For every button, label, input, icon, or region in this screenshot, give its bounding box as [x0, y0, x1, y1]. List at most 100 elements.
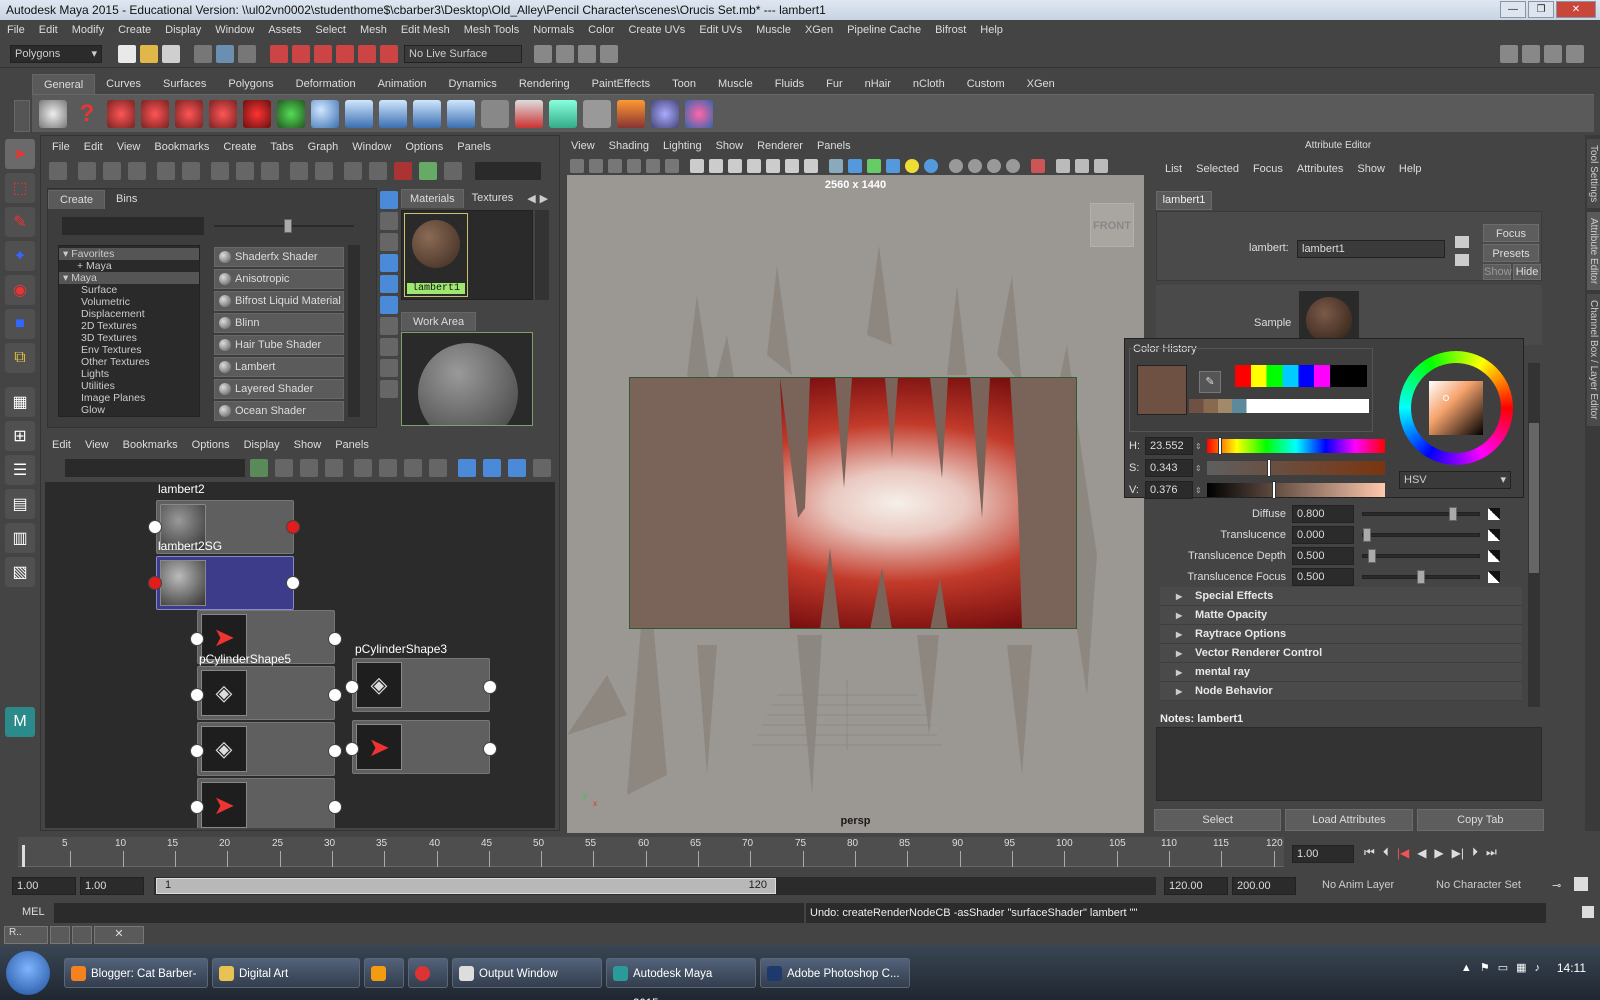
material-lambert1[interactable]: lambert1: [404, 213, 468, 297]
select-hierarchy-icon[interactable]: [194, 44, 212, 63]
graph-search-field[interactable]: [65, 459, 245, 477]
hs-menu-graph[interactable]: Graph: [301, 137, 346, 157]
menu-muscle[interactable]: Muscle: [749, 20, 798, 40]
hs-menu-view[interactable]: View: [110, 137, 148, 157]
grid-view-icon[interactable]: [157, 162, 175, 180]
outliner-icon[interactable]: [481, 99, 509, 128]
hs-tool-icon[interactable]: [380, 380, 398, 398]
minimized-window-button[interactable]: R..: [4, 926, 48, 944]
paint-tool-icon[interactable]: [617, 99, 645, 128]
tree-item[interactable]: Env Textures: [59, 344, 199, 356]
ao-icon[interactable]: [949, 159, 963, 173]
layer-icon[interactable]: [583, 99, 611, 128]
value-field[interactable]: 0.376: [1145, 481, 1193, 499]
saturation-field[interactable]: 0.343: [1145, 459, 1193, 477]
graph-tool-icon[interactable]: [250, 459, 268, 477]
tree-item[interactable]: Utilities: [59, 380, 199, 392]
auto-key-icon[interactable]: ⊸: [1552, 879, 1561, 892]
shelf-tab-ncloth[interactable]: nCloth: [902, 74, 956, 94]
image-plane-icon[interactable]: [627, 159, 641, 173]
sphere-icon[interactable]: [311, 99, 339, 128]
presets-button[interactable]: Presets: [1483, 244, 1539, 262]
shader-button[interactable]: Lambert: [214, 357, 344, 377]
render-view-icon[interactable]: [534, 44, 552, 63]
xray-components-icon[interactable]: [1094, 159, 1108, 173]
task-maya[interactable]: Autodesk Maya 2015...: [606, 957, 756, 1000]
menu-modify[interactable]: Modify: [65, 20, 111, 40]
select-tool-icon[interactable]: ➤: [5, 139, 35, 169]
isolate-select-icon[interactable]: [1031, 159, 1045, 173]
tree-item[interactable]: Surface: [59, 284, 199, 296]
shader-button[interactable]: Anisotropic: [214, 269, 344, 289]
layout-custom-icon[interactable]: ▧: [5, 557, 35, 587]
go-to-end-icon[interactable]: ⏭: [1486, 845, 1497, 860]
create-search-field[interactable]: [62, 217, 204, 235]
menu-color[interactable]: Color: [581, 20, 621, 40]
go-to-start-icon[interactable]: ⏮: [1364, 845, 1375, 860]
graph-tool-icon[interactable]: [533, 459, 551, 477]
attr-slider[interactable]: [1362, 527, 1480, 542]
tab-tool-settings[interactable]: Tool Settings: [1587, 139, 1600, 209]
node-output-port[interactable]: [483, 742, 497, 756]
ae-node-tab[interactable]: lambert1: [1156, 191, 1212, 210]
tab-attribute-editor[interactable]: Attribute Editor: [1587, 212, 1600, 291]
shelf-tab-custom[interactable]: Custom: [956, 74, 1016, 94]
attr-slider[interactable]: [1362, 548, 1480, 563]
task-chrome[interactable]: [408, 957, 448, 988]
menu-normals[interactable]: Normals: [526, 20, 581, 40]
shader-button[interactable]: Hair Tube Shader: [214, 335, 344, 355]
node-output-port[interactable]: [328, 632, 342, 646]
tree-maya-favorites[interactable]: + Maya: [59, 260, 199, 272]
anim-start-field[interactable]: 1.00: [12, 877, 76, 895]
list-view-icon[interactable]: [182, 162, 200, 180]
snap-grid-icon[interactable]: [270, 44, 288, 63]
tab-work-area[interactable]: Work Area: [401, 312, 477, 331]
menu-pipeline-cache[interactable]: Pipeline Cache: [840, 20, 928, 40]
color-triangle[interactable]: [1429, 381, 1483, 435]
hs-filter-field[interactable]: [475, 162, 541, 180]
hs-menu-file[interactable]: File: [45, 137, 77, 157]
maximize-window-icon[interactable]: [72, 926, 92, 944]
map-button-icon[interactable]: [1488, 528, 1500, 541]
graph-tool-icon[interactable]: [429, 459, 447, 477]
hs-menu-panels[interactable]: Panels: [450, 137, 498, 157]
tree-item[interactable]: Lights: [59, 368, 199, 380]
lasso-tool-icon[interactable]: ⬚: [5, 173, 35, 203]
tab-textures[interactable]: Textures: [464, 189, 522, 207]
goto-input-icon[interactable]: [1455, 236, 1469, 248]
lock-icon[interactable]: [444, 162, 462, 180]
ae-menu-selected[interactable]: Selected: [1189, 159, 1246, 179]
display-icon[interactable]: ▭: [1498, 961, 1508, 974]
rotate-tool-icon[interactable]: ◉: [5, 275, 35, 305]
ae-menu-show[interactable]: Show: [1350, 159, 1392, 179]
node-input-port[interactable]: [345, 680, 359, 694]
graph-tool-icon[interactable]: [404, 459, 422, 477]
eyedropper-icon[interactable]: ✎: [1199, 371, 1221, 393]
materials-scrollbar[interactable]: [535, 210, 549, 300]
playback-end-field[interactable]: 120.00: [1164, 877, 1228, 895]
step-forward-frame-icon[interactable]: ▶|: [1452, 846, 1464, 860]
menu-bifrost[interactable]: Bifrost: [928, 20, 973, 40]
section-node-behavior[interactable]: Node Behavior: [1160, 682, 1522, 701]
graph-tool-icon[interactable]: [300, 459, 318, 477]
hs-menu-bookmarks[interactable]: Bookmarks: [147, 137, 216, 157]
restore-button[interactable]: ❐: [1528, 1, 1554, 18]
node-output-port[interactable]: [328, 800, 342, 814]
layout-graph-icon[interactable]: ▤: [5, 489, 35, 519]
graph-menu-options[interactable]: Options: [185, 435, 237, 455]
start-button[interactable]: [6, 950, 50, 995]
hs-tab-icon[interactable]: [380, 191, 398, 209]
close-button[interactable]: ✕: [1556, 1, 1596, 18]
node-shape[interactable]: ➤: [197, 778, 335, 828]
tree-item[interactable]: Volumetric: [59, 296, 199, 308]
ik-handle-icon[interactable]: [379, 99, 407, 128]
close-window-icon[interactable]: ✕: [94, 926, 144, 944]
section-raytrace-options[interactable]: Raytrace Options: [1160, 625, 1522, 644]
move-tool-icon[interactable]: ✦: [5, 241, 35, 271]
mel-input[interactable]: [54, 903, 804, 923]
graph-tool-icon[interactable]: [354, 459, 372, 477]
map-button-icon[interactable]: [1488, 549, 1500, 562]
save-scene-icon[interactable]: [162, 44, 180, 63]
new-scene-icon[interactable]: [118, 44, 136, 63]
attr-value[interactable]: 0.500: [1292, 567, 1354, 586]
